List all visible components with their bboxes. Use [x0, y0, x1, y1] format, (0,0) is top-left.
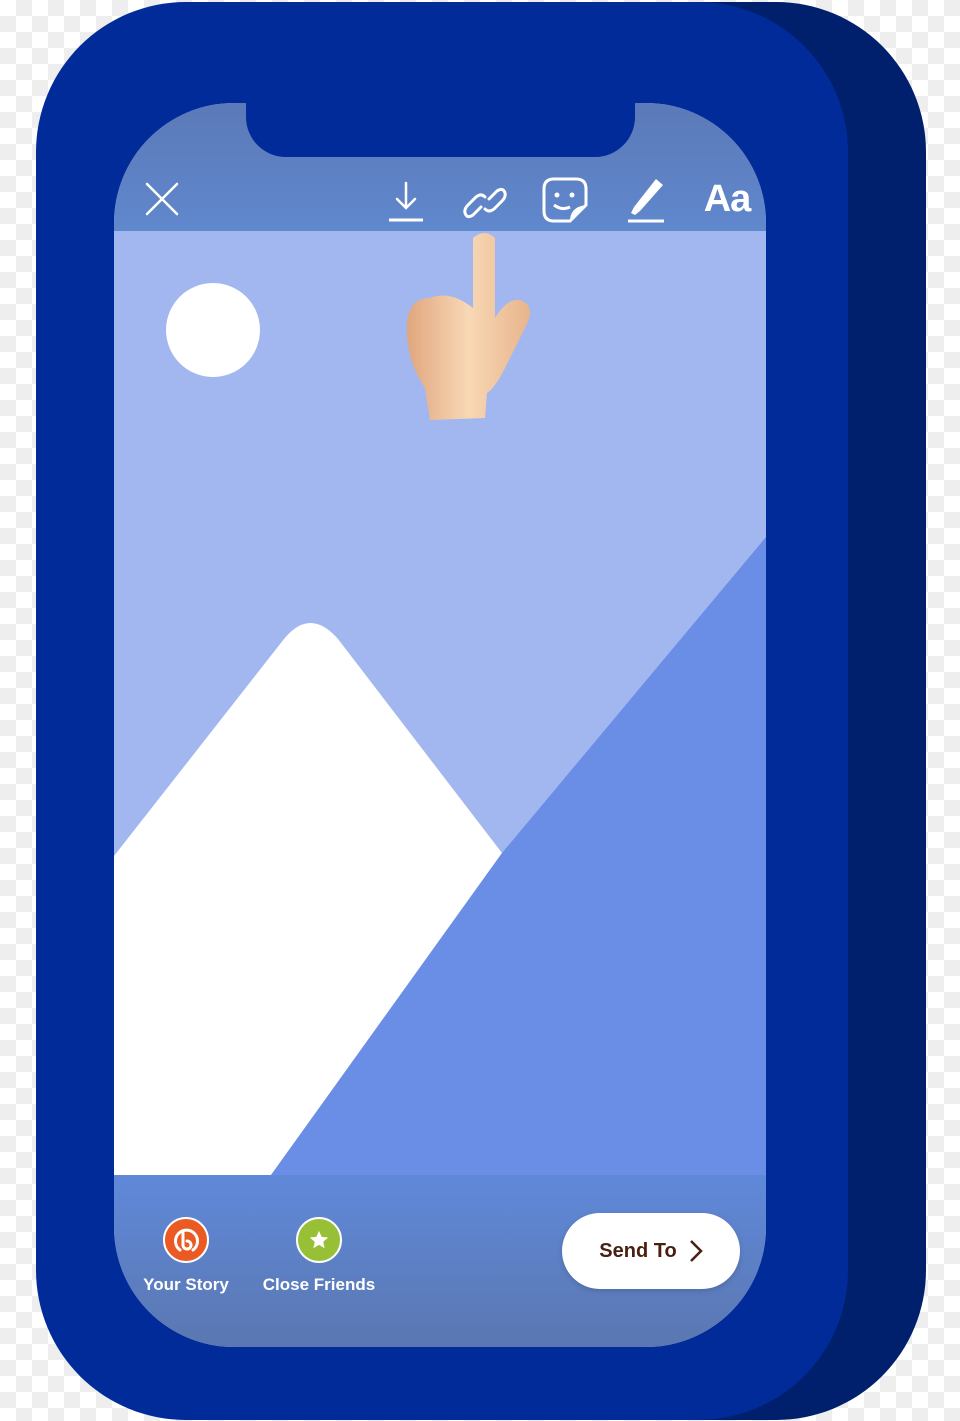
- download-button[interactable]: [386, 181, 426, 223]
- bitly-logo-icon: [174, 1228, 199, 1252]
- close-friends-label: Close Friends: [262, 1275, 376, 1294]
- pointing-hand-icon: [406, 233, 530, 420]
- close-friends-button[interactable]: Close Friends: [259, 1217, 379, 1295]
- link-icon: [463, 187, 507, 219]
- draw-button[interactable]: [626, 177, 666, 223]
- text-tool-button[interactable]: Aa: [700, 177, 754, 221]
- sticker-button[interactable]: [542, 177, 588, 223]
- close-friends-avatar: [296, 1217, 342, 1263]
- link-button[interactable]: [462, 183, 508, 223]
- download-icon: [389, 181, 423, 222]
- send-to-button[interactable]: Send To: [562, 1213, 740, 1289]
- your-story-button[interactable]: Your Story: [138, 1217, 234, 1295]
- star-icon: [309, 1230, 329, 1249]
- close-icon: [145, 182, 179, 216]
- chevron-right-icon: [689, 1240, 703, 1262]
- your-story-label: Your Story: [143, 1275, 229, 1294]
- send-to-label: Send To: [599, 1239, 677, 1262]
- pen-icon: [628, 179, 664, 223]
- sun: [166, 283, 260, 377]
- your-story-avatar: [163, 1217, 209, 1263]
- phone-notch: [246, 103, 635, 157]
- close-button[interactable]: [144, 181, 180, 217]
- sticker-icon: [542, 177, 588, 223]
